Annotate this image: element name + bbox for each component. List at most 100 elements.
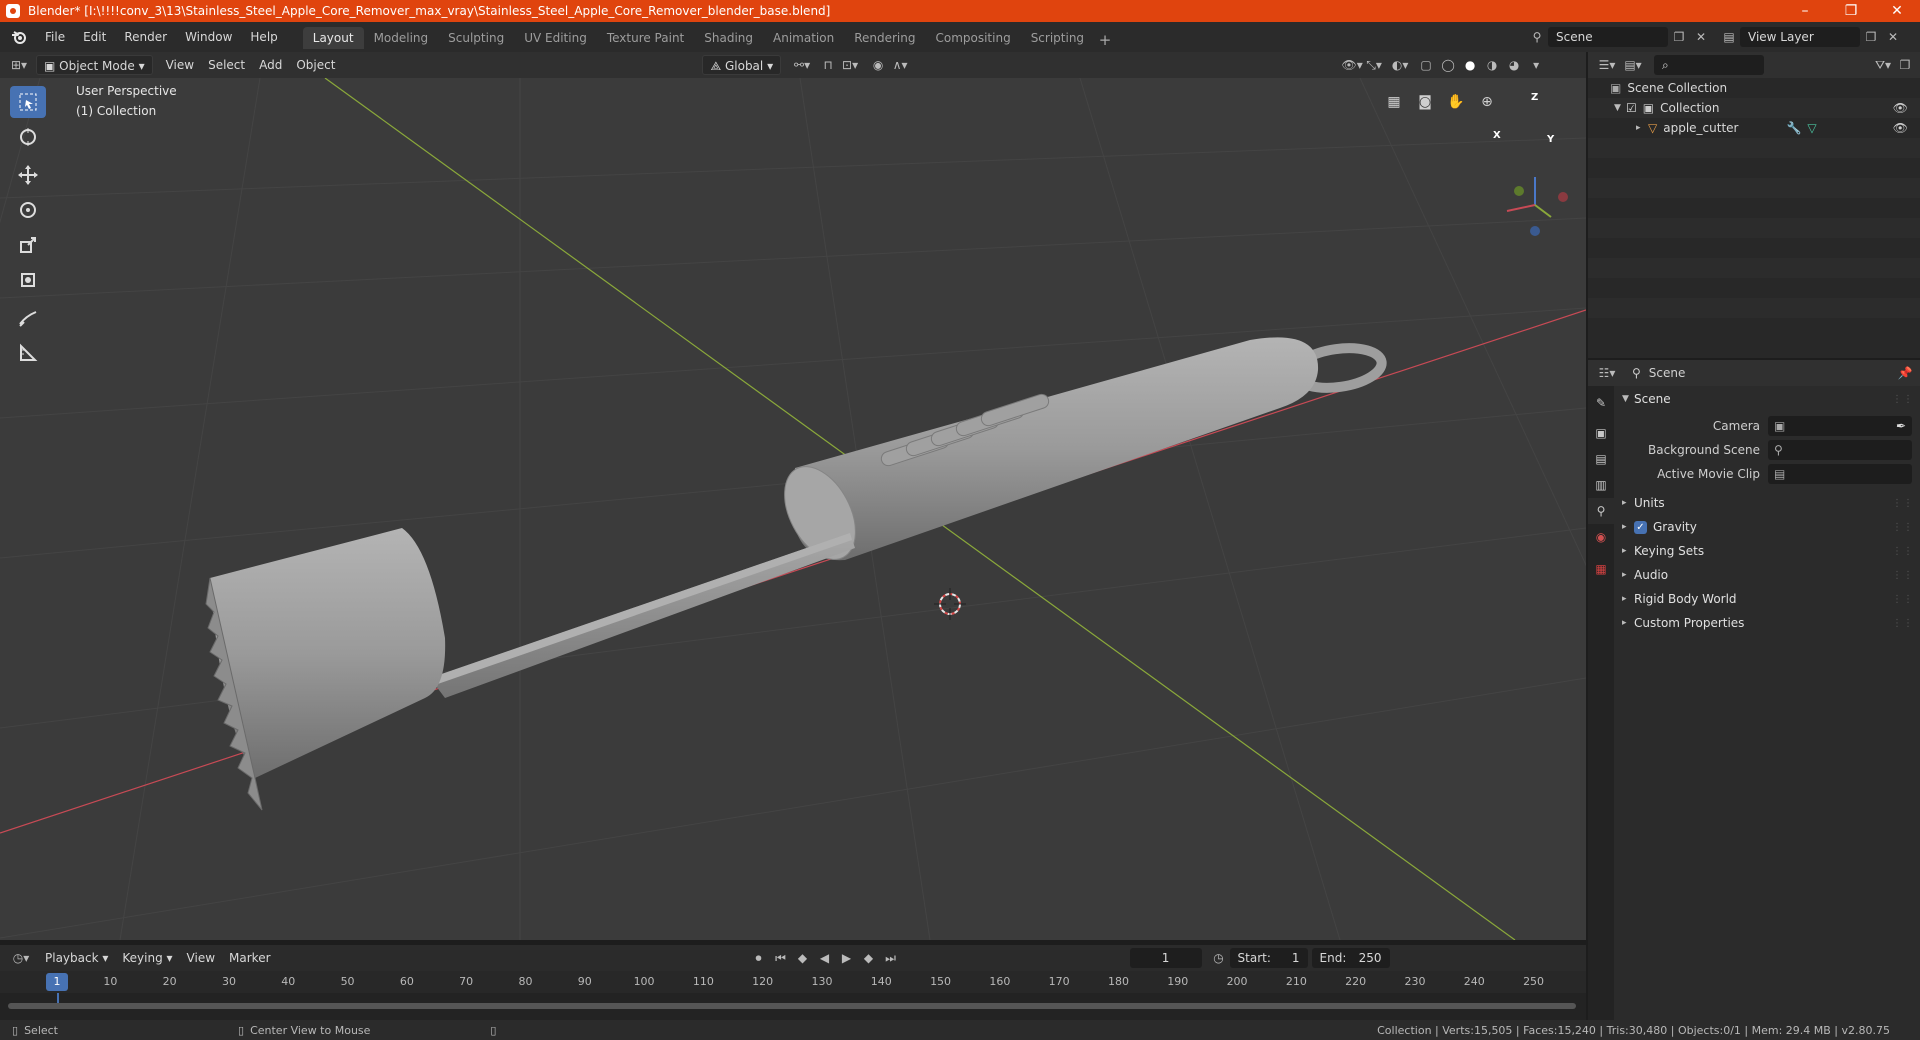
object-mode-dropdown[interactable]: ▣ Object Mode ▾	[36, 55, 153, 75]
outliner-row-scene-collection[interactable]: ▣ Scene Collection	[1588, 78, 1920, 98]
editor-type-icon[interactable]: ⊞▾	[8, 55, 30, 75]
gizmo-toggle-icon[interactable]: ⤡▾	[1363, 55, 1385, 75]
view-layer-field[interactable]: View Layer	[1740, 27, 1860, 47]
grid-view-icon[interactable]: ▦	[1380, 88, 1408, 116]
new-view-layer-icon[interactable]: ❐	[1860, 27, 1882, 47]
xray-icon[interactable]: ▢	[1415, 55, 1437, 75]
scene-field[interactable]: Scene	[1548, 27, 1668, 47]
viewport-menu-add[interactable]: Add	[252, 55, 289, 75]
collapse-icon[interactable]: ▼	[1614, 103, 1626, 113]
start-frame-field[interactable]: Start: 1	[1229, 948, 1308, 968]
restore-button[interactable]: ❐	[1828, 0, 1874, 22]
timeline-menu-view[interactable]: View	[180, 948, 222, 968]
tab-scripting[interactable]: Scripting	[1021, 27, 1094, 49]
display-mode-icon[interactable]: ▤▾	[1622, 55, 1644, 75]
properties-editor-type-icon[interactable]: ☷▾	[1596, 363, 1618, 383]
tab-view-layer-icon[interactable]: ▥	[1588, 472, 1614, 498]
drag-handle-icon[interactable]: ⋮⋮	[1892, 546, 1914, 557]
timeline-menu-keying[interactable]: Keying ▾	[115, 948, 179, 968]
measure-tool[interactable]	[10, 337, 46, 369]
tab-sculpting[interactable]: Sculpting	[438, 27, 514, 49]
tab-texture-icon[interactable]: ▦	[1588, 556, 1614, 582]
next-keyframe-icon[interactable]: ◆	[858, 948, 880, 968]
filter-icon[interactable]: ⛛▾	[1872, 55, 1894, 75]
panel-audio[interactable]: ▸ Audio ⋮⋮	[1618, 564, 1920, 586]
tab-shading[interactable]: Shading	[694, 27, 763, 49]
tab-animation[interactable]: Animation	[763, 27, 844, 49]
select-box-tool[interactable]	[10, 86, 46, 118]
new-collection-icon[interactable]: ❐	[1894, 55, 1916, 75]
timeline-track[interactable]	[0, 993, 1586, 1020]
tab-world-icon[interactable]: ◉	[1588, 524, 1614, 550]
timeline-menu-playback[interactable]: Playback ▾	[38, 948, 115, 968]
overlays-icon[interactable]: ◐▾	[1389, 55, 1411, 75]
expand-icon[interactable]: ▸	[1636, 123, 1648, 133]
panel-keying-sets[interactable]: ▸ Keying Sets ⋮⋮	[1618, 540, 1920, 562]
transform-tool[interactable]	[10, 264, 46, 296]
move-tool[interactable]	[10, 159, 46, 191]
transform-orientation-dropdown[interactable]: ⟁ Global ▾	[702, 55, 782, 75]
tab-texture-paint[interactable]: Texture Paint	[597, 27, 694, 49]
active-movie-clip-field[interactable]: ▤	[1768, 464, 1912, 484]
panel-rigid-body-world[interactable]: ▸ Rigid Body World ⋮⋮	[1618, 588, 1920, 610]
panel-scene-header[interactable]: ▼ Scene ⋮⋮	[1618, 388, 1920, 410]
end-frame-field[interactable]: End: 250	[1311, 948, 1390, 968]
drag-handle-icon[interactable]: ⋮⋮	[1892, 394, 1914, 405]
remove-scene-icon[interactable]: ✕	[1690, 27, 1712, 47]
play-icon[interactable]: ▶	[836, 948, 858, 968]
annotate-tool[interactable]	[10, 302, 46, 334]
menu-edit[interactable]: Edit	[74, 26, 115, 48]
zoom-icon[interactable]: ⊕	[1473, 88, 1501, 116]
menu-window[interactable]: Window	[176, 26, 241, 48]
viewport-menu-object[interactable]: Object	[289, 55, 342, 75]
camera-view-icon[interactable]: ◙	[1411, 88, 1439, 116]
view-layer-icon[interactable]: ▤	[1718, 27, 1740, 47]
record-icon[interactable]: ⏺	[748, 948, 770, 968]
gizmo-x-label[interactable]: X	[1493, 130, 1501, 141]
outliner-row-collection[interactable]: ▼ ☑ ▣ Collection 👁	[1588, 98, 1920, 118]
scale-tool[interactable]	[10, 229, 46, 261]
tab-output-icon[interactable]: ▤	[1588, 446, 1614, 472]
solid-shading-icon[interactable]: ●	[1459, 55, 1481, 75]
falloff-icon[interactable]: ∧▾	[889, 55, 911, 75]
timeline-ruler[interactable]: 1 10 20 30 40 50 60 70 80 90 100 110 120 130 140 150 16…	[0, 971, 1586, 993]
remove-view-layer-icon[interactable]: ✕	[1882, 27, 1904, 47]
blender-logo-icon[interactable]	[8, 26, 30, 48]
pin-icon[interactable]: 📌	[1894, 363, 1916, 383]
play-reverse-icon[interactable]: ◀	[814, 948, 836, 968]
drag-handle-icon[interactable]: ⋮⋮	[1892, 570, 1914, 581]
eyedropper-icon[interactable]: ✒	[1896, 419, 1906, 433]
tab-layout[interactable]: Layout	[302, 27, 364, 49]
proportional-edit-icon[interactable]: ◉	[867, 55, 889, 75]
viewport-menu-select[interactable]: Select	[201, 55, 252, 75]
pivot-point-icon[interactable]: ⚯▾	[791, 55, 813, 75]
tab-render-icon[interactable]: ▣	[1588, 420, 1614, 446]
close-button[interactable]: ✕	[1874, 0, 1920, 22]
mesh-data-icon[interactable]: ▽	[1807, 121, 1816, 135]
preview-range-icon[interactable]: ◷	[1208, 948, 1230, 968]
minimize-button[interactable]: –	[1782, 0, 1828, 22]
rotate-tool[interactable]	[10, 194, 46, 226]
gravity-checkbox[interactable]: ✓	[1634, 520, 1647, 534]
collection-visibility-eye-icon[interactable]: 👁	[1893, 101, 1908, 115]
visibility-icon[interactable]: 👁▾	[1341, 55, 1363, 75]
camera-field[interactable]: ▣ ✒	[1768, 416, 1912, 436]
menu-file[interactable]: File	[36, 26, 74, 48]
scene-icon[interactable]: ⚲	[1526, 27, 1548, 47]
object-visibility-eye-icon[interactable]: 👁	[1893, 121, 1908, 135]
tab-tool-icon[interactable]: ✎	[1588, 390, 1614, 416]
menu-help[interactable]: Help	[241, 26, 286, 48]
snap-target-icon[interactable]: ⊡▾	[839, 55, 861, 75]
tab-rendering[interactable]: Rendering	[844, 27, 925, 49]
current-frame-field[interactable]: 1	[1129, 948, 1202, 968]
add-workspace-icon[interactable]: +	[1094, 31, 1116, 49]
background-scene-field[interactable]: ⚲	[1768, 440, 1912, 460]
shading-options-icon[interactable]: ▾	[1525, 55, 1547, 75]
prev-keyframe-icon[interactable]: ◆	[792, 948, 814, 968]
material-shading-icon[interactable]: ◑	[1481, 55, 1503, 75]
snap-icon[interactable]: ⊓	[817, 55, 839, 75]
tab-compositing[interactable]: Compositing	[925, 27, 1020, 49]
outliner-editor-type-icon[interactable]: ☰▾	[1596, 55, 1618, 75]
3d-viewport[interactable]: User Perspective (1) Collection ▦ ◙ ✋ ⊕ …	[0, 78, 1586, 940]
pan-hand-icon[interactable]: ✋	[1442, 88, 1470, 116]
